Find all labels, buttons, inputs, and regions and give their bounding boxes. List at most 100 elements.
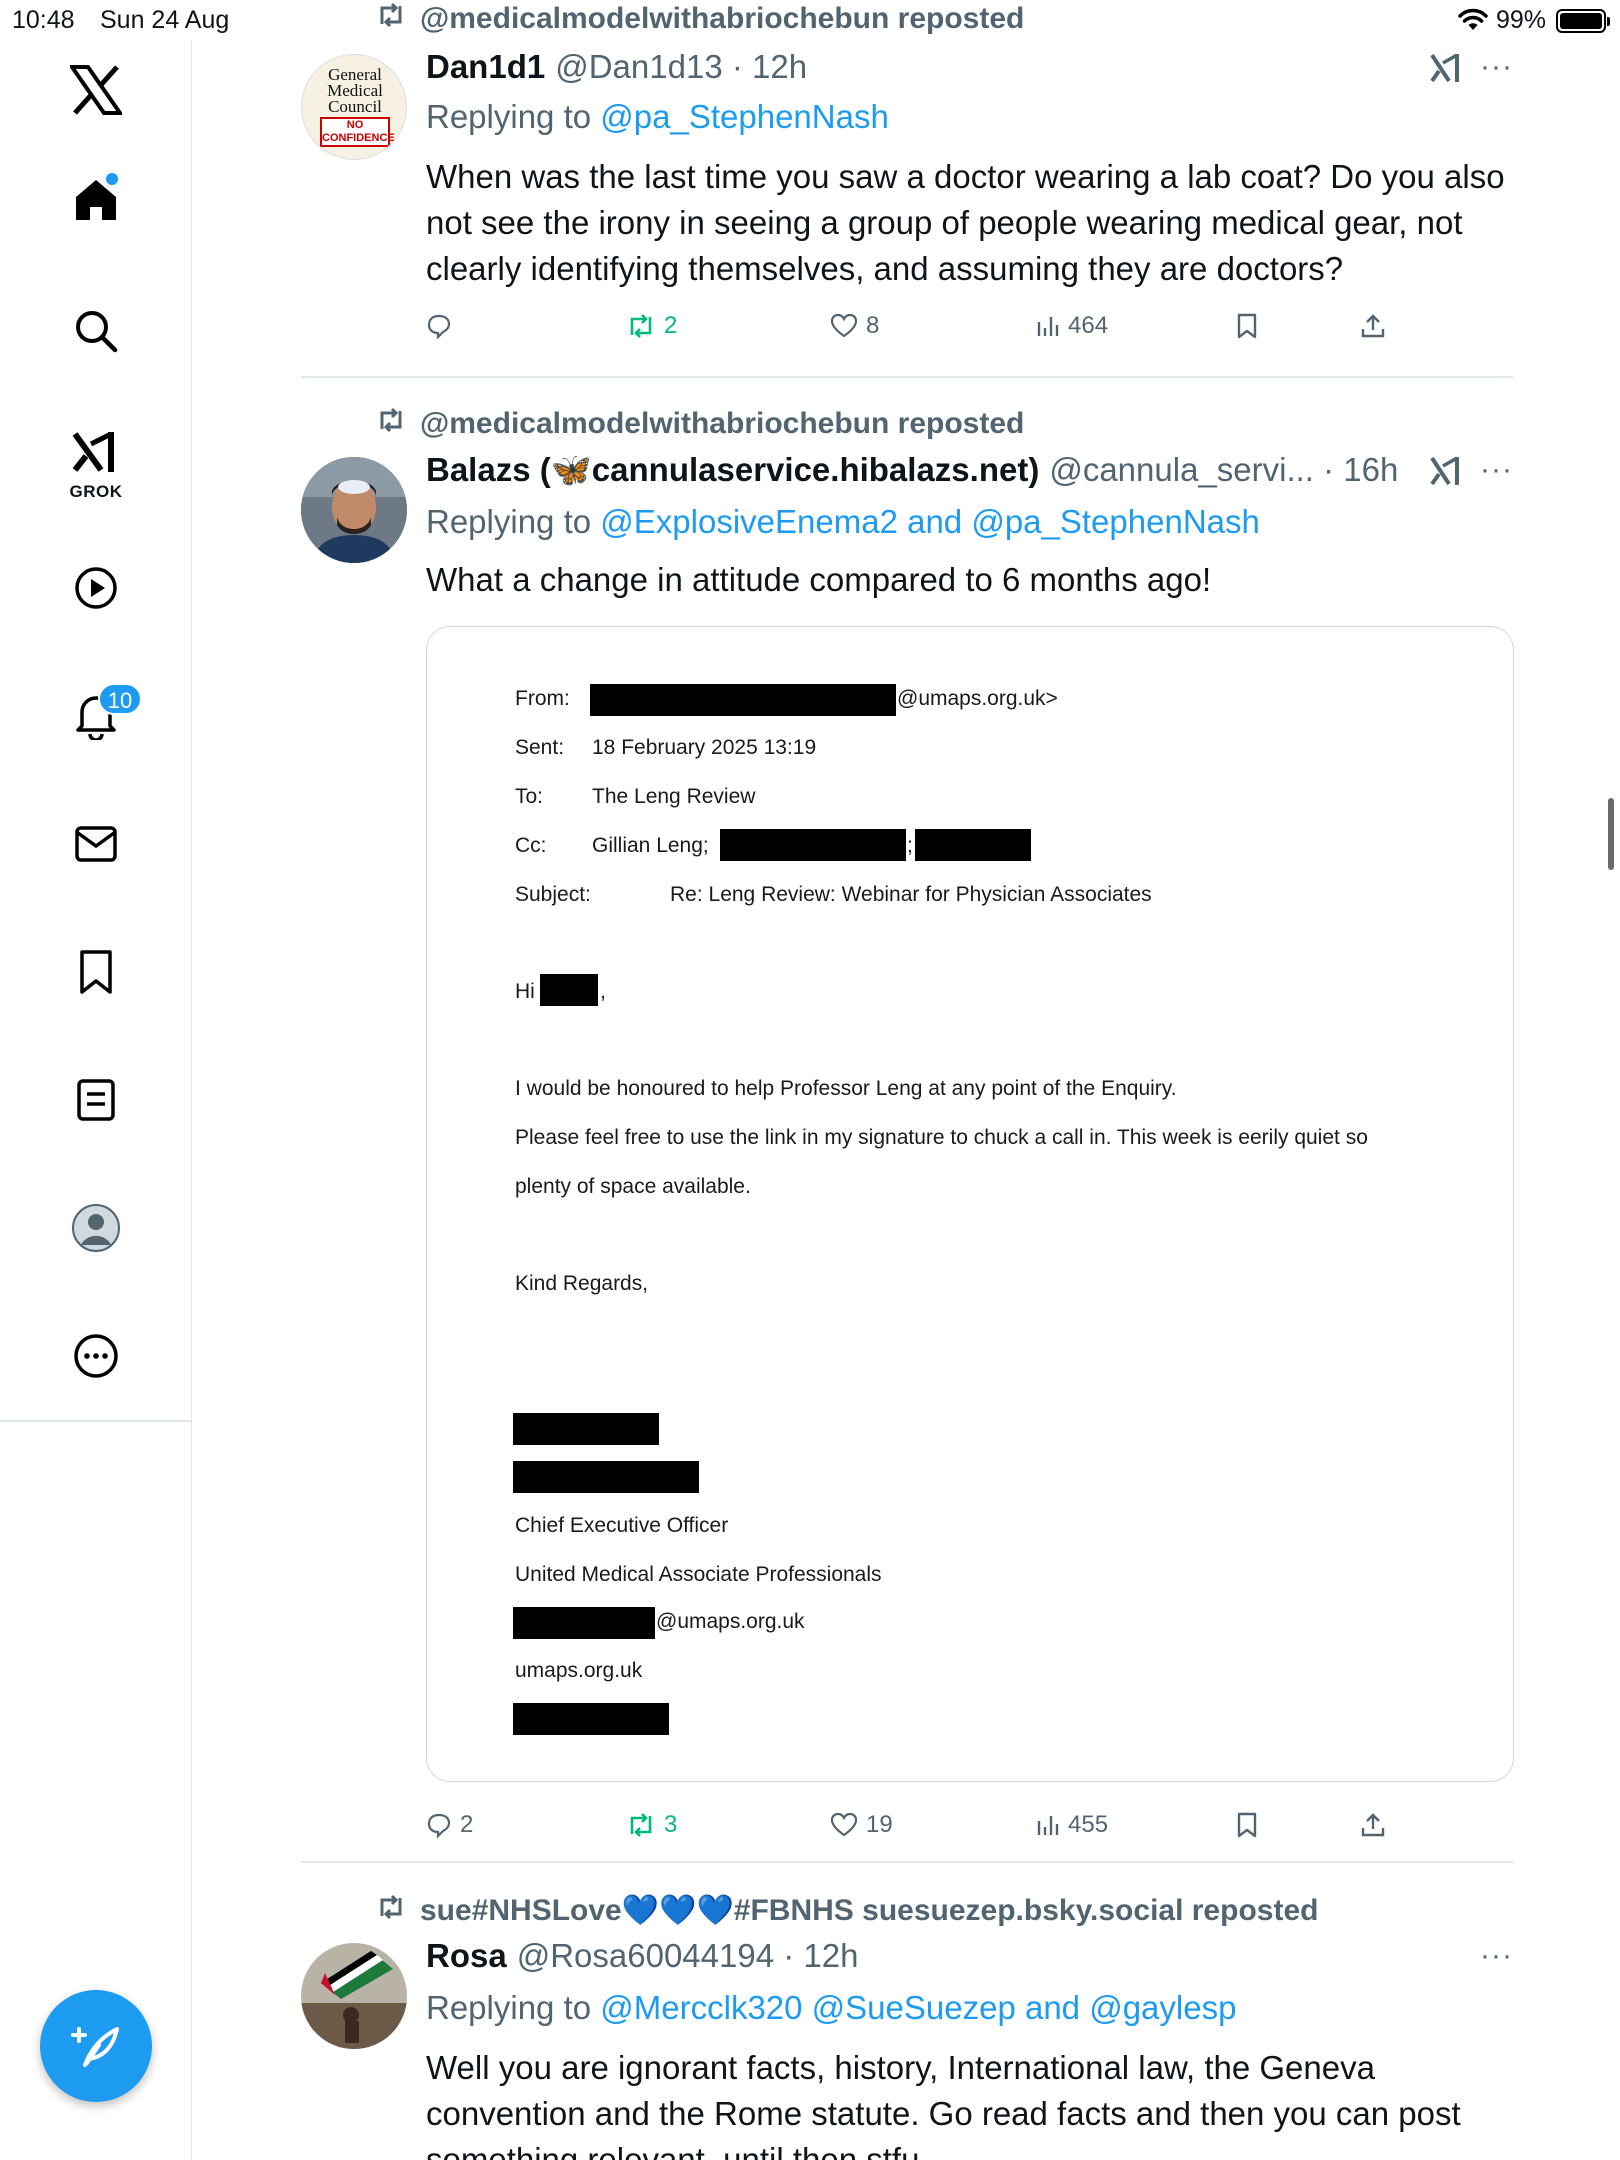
handle-time[interactable]: @Dan1d13 · 12h bbox=[555, 48, 807, 86]
replying-to-label: Replying to bbox=[426, 1989, 592, 2026]
email-body-line: I would be honoured to help Professor Le… bbox=[515, 1077, 1177, 1100]
grok-explain-icon[interactable] bbox=[1429, 455, 1463, 492]
redaction-bar bbox=[915, 829, 1031, 861]
sidebar-divider bbox=[0, 1420, 192, 1422]
reposted-by[interactable]: @medicalmodelwithabriochebun reposted bbox=[420, 407, 1024, 441]
email-signature-title: Chief Executive Officer bbox=[515, 1514, 729, 1537]
avatar[interactable] bbox=[301, 1943, 407, 2049]
x-logo-icon[interactable] bbox=[56, 50, 136, 130]
reposted-by[interactable]: sue#NHSLove💙💙💙#FBNHS suesuezep.bsky.soci… bbox=[420, 1893, 1318, 1928]
reposted-by[interactable]: @medicalmodelwithabriochebun reposted bbox=[420, 2, 1024, 36]
views-button[interactable]: 464 bbox=[1036, 308, 1108, 344]
email-greeting-comma: , bbox=[600, 980, 606, 1003]
repost-count: 2 bbox=[664, 312, 678, 339]
like-button[interactable]: 19 bbox=[830, 1807, 893, 1843]
redaction-bar bbox=[513, 1703, 669, 1735]
replying-to-link[interactable]: @pa_StephenNash bbox=[600, 98, 889, 135]
grok-icon[interactable] bbox=[56, 412, 136, 492]
more-options-icon[interactable]: ··· bbox=[1480, 1939, 1513, 1973]
home-unread-dot bbox=[106, 173, 118, 185]
avatar-stamp-2: CONFIDENCE bbox=[322, 132, 395, 144]
avatar[interactable] bbox=[301, 457, 407, 563]
email-to-label: To: bbox=[515, 785, 544, 808]
like-button[interactable]: 8 bbox=[830, 308, 879, 344]
video-icon[interactable] bbox=[56, 548, 136, 628]
email-signature-email: @umaps.org.uk bbox=[656, 1610, 805, 1633]
grok-label: GROK bbox=[69, 482, 123, 501]
lists-icon[interactable] bbox=[56, 1060, 136, 1140]
messages-icon[interactable] bbox=[56, 804, 136, 884]
tweet-actions: 2 8 464 bbox=[426, 308, 1426, 344]
view-count: 464 bbox=[1068, 312, 1109, 339]
grok-explain-icon[interactable] bbox=[1429, 52, 1463, 89]
status-time: 10:48 bbox=[12, 6, 75, 34]
replying-to-link[interactable]: @Mercclk320 @SueSuezep and @gaylesp bbox=[600, 1989, 1236, 2026]
bookmarks-icon[interactable] bbox=[56, 932, 136, 1012]
bookmark-icon bbox=[1237, 313, 1257, 339]
handle-time[interactable]: @cannula_servi... · 16h bbox=[1049, 451, 1398, 489]
tweet-media-image[interactable]: From: @umaps.org.uk> Sent: 18 February 2… bbox=[426, 626, 1514, 1782]
avatar-text-3: Council bbox=[328, 97, 382, 116]
replying-to: Replying to @Mercclk320 @SueSuezep and @… bbox=[426, 1989, 1236, 2027]
email-greeting: Hi bbox=[515, 980, 535, 1003]
avatar[interactable]: General Medical Council NO CONFIDENCE bbox=[301, 54, 407, 160]
repost-action-icon bbox=[630, 1813, 652, 1837]
heart-icon bbox=[830, 1812, 858, 1837]
repost-action-icon bbox=[630, 314, 652, 338]
repost-indicator: @medicalmodelwithabriochebun reposted bbox=[376, 407, 1024, 441]
views-button[interactable]: 455 bbox=[1036, 1807, 1108, 1843]
tweet-text: When was the last time you saw a doctor … bbox=[426, 158, 1505, 287]
compose-post-button[interactable] bbox=[40, 1990, 152, 2102]
home-icon[interactable] bbox=[56, 160, 136, 240]
sidebar-nav: GROK 10 bbox=[0, 40, 192, 2160]
email-body-line: plenty of space available. bbox=[515, 1175, 751, 1198]
bookmark-button[interactable] bbox=[1236, 308, 1258, 344]
replying-to-label: Replying to bbox=[426, 503, 592, 540]
replying-to-label: Replying to bbox=[426, 98, 592, 135]
email-body-line: Please feel free to use the link in my s… bbox=[515, 1126, 1368, 1149]
profile-icon[interactable] bbox=[56, 1188, 136, 1268]
tweet-divider bbox=[301, 1861, 1513, 1863]
handle-time[interactable]: @Rosa60044194 · 12h bbox=[517, 1937, 859, 1975]
redaction-bar bbox=[513, 1461, 699, 1493]
reply-button[interactable] bbox=[426, 308, 460, 344]
timeline: @medicalmodelwithabriochebun reposted Ge… bbox=[193, 0, 1620, 2160]
email-sent-label: Sent: bbox=[515, 736, 565, 759]
view-count: 455 bbox=[1068, 1811, 1109, 1838]
scrollbar[interactable] bbox=[1608, 798, 1614, 870]
bookmark-button[interactable] bbox=[1236, 1807, 1258, 1843]
display-name[interactable]: Dan1d1 bbox=[426, 48, 545, 86]
bookmark-icon bbox=[1237, 1812, 1257, 1838]
more-options-icon[interactable]: ··· bbox=[1480, 453, 1513, 487]
display-name[interactable]: Rosa bbox=[426, 1937, 507, 1975]
redaction-bar bbox=[513, 1607, 655, 1639]
replying-to-link[interactable]: @ExplosiveEnema2 and @pa_StephenNash bbox=[600, 503, 1260, 540]
redaction-bar bbox=[540, 974, 598, 1006]
search-icon[interactable] bbox=[56, 291, 136, 371]
display-name[interactable]: Balazs (🦋cannulaservice.hibalazs.net) bbox=[426, 451, 1039, 490]
repost-icon bbox=[376, 1894, 410, 1928]
repost-button[interactable]: 2 bbox=[626, 308, 677, 344]
more-options-icon[interactable]: ··· bbox=[1480, 50, 1513, 84]
reply-button[interactable]: 2 bbox=[426, 1807, 473, 1843]
share-button[interactable] bbox=[1360, 308, 1386, 344]
reply-icon bbox=[427, 314, 451, 339]
redaction-bar bbox=[720, 829, 906, 861]
repost-button[interactable]: 3 bbox=[626, 1807, 677, 1843]
share-button[interactable] bbox=[1360, 1807, 1386, 1843]
email-sent-value: 18 February 2025 13:19 bbox=[592, 736, 817, 759]
more-icon[interactable] bbox=[56, 1316, 136, 1396]
views-icon bbox=[1037, 317, 1059, 336]
views-icon bbox=[1037, 1816, 1059, 1835]
repost-count: 3 bbox=[664, 1811, 678, 1838]
tweet[interactable]: sue#NHSLove💙💙💙#FBNHS suesuezep.bsky.soci… bbox=[301, 1891, 1513, 2160]
tweet-text: Well you are ignorant facts, history, In… bbox=[426, 2049, 1461, 2160]
tweet-divider bbox=[301, 376, 1513, 378]
repost-indicator: sue#NHSLove💙💙💙#FBNHS suesuezep.bsky.soci… bbox=[376, 1893, 1318, 1928]
tweet-actions: 2 3 19 455 bbox=[426, 1807, 1426, 1843]
email-from-value: @umaps.org.uk> bbox=[897, 687, 1058, 710]
repost-indicator: @medicalmodelwithabriochebun reposted bbox=[376, 2, 1024, 36]
email-subject-value: Re: Leng Review: Webinar for Physician A… bbox=[670, 883, 1152, 906]
tweet[interactable]: @medicalmodelwithabriochebun reposted Ge… bbox=[301, 0, 1513, 375]
heart-icon bbox=[830, 313, 858, 338]
